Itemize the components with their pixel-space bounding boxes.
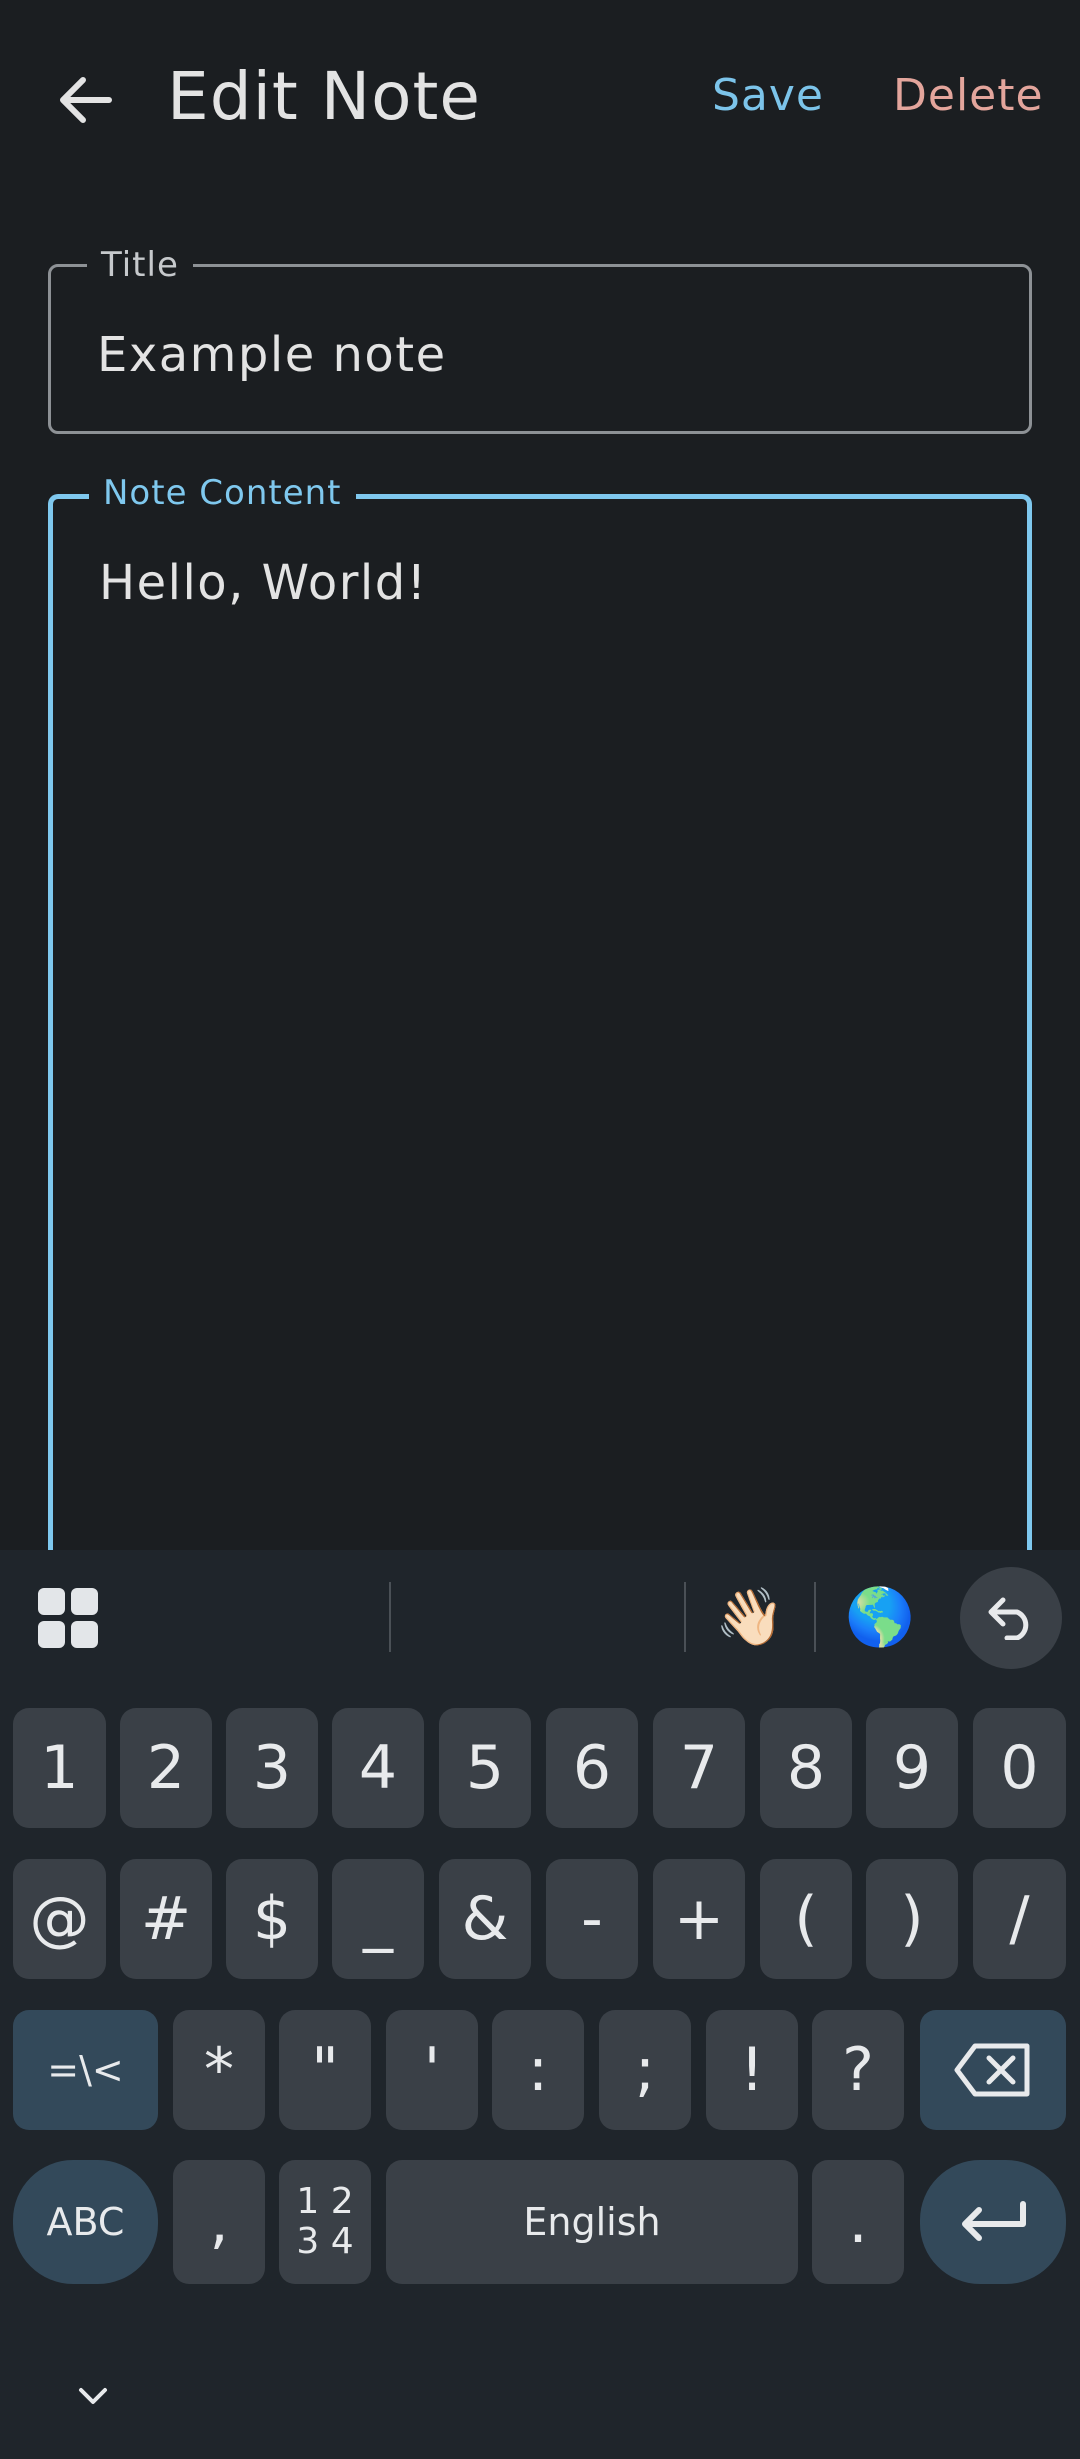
- key-4[interactable]: 4: [332, 1708, 424, 1828]
- key-8[interactable]: 8: [760, 1708, 852, 1828]
- key-hash[interactable]: #: [120, 1859, 212, 1979]
- key-6[interactable]: 6: [546, 1708, 638, 1828]
- key-at[interactable]: @: [13, 1859, 106, 1979]
- undo-icon: [988, 1597, 1029, 1640]
- title-field[interactable]: Title Example note: [48, 245, 1032, 434]
- toolbar-divider: [684, 1582, 686, 1652]
- note-content-label: Note Content: [89, 473, 356, 513]
- key-3[interactable]: 3: [226, 1708, 318, 1828]
- more-symbols-key[interactable]: =\<: [13, 2010, 158, 2130]
- key-plus[interactable]: +: [653, 1859, 745, 1979]
- page-title: Edit Note: [167, 58, 482, 135]
- key-7[interactable]: 7: [653, 1708, 745, 1828]
- globe-emoji-suggestion[interactable]: 🌎: [842, 1580, 918, 1656]
- backspace-key[interactable]: [920, 2010, 1066, 2130]
- key-1[interactable]: 1: [13, 1708, 106, 1828]
- undo-button[interactable]: [960, 1567, 1062, 1669]
- save-button[interactable]: Save: [712, 70, 824, 121]
- apps-grid-icon[interactable]: [38, 1588, 98, 1648]
- title-field-value: Example note: [97, 327, 447, 383]
- toolbar-divider: [814, 1582, 816, 1652]
- key-5[interactable]: 5: [439, 1708, 531, 1828]
- key-asterisk[interactable]: *: [173, 2010, 265, 2130]
- space-key[interactable]: English: [386, 2160, 798, 2284]
- key-2[interactable]: 2: [120, 1708, 212, 1828]
- enter-key[interactable]: [920, 2160, 1066, 2284]
- back-button[interactable]: [40, 55, 130, 145]
- backspace-icon: [954, 2043, 1030, 2097]
- key-minus[interactable]: -: [546, 1859, 638, 1979]
- arrow-left-icon: [60, 77, 112, 123]
- on-screen-keyboard: 👋🏻 🌎 1 2 3 4 5 6 7 8 9 0 @ # $ _ & - + (…: [0, 1550, 1080, 2459]
- key-single-quote[interactable]: ': [386, 2010, 478, 2130]
- key-dollar[interactable]: $: [226, 1859, 318, 1979]
- numpad-key[interactable]: 1 2 3 4: [279, 2160, 371, 2284]
- chevron-down-icon: [79, 2388, 107, 2404]
- key-slash[interactable]: /: [973, 1859, 1066, 1979]
- key-colon[interactable]: :: [492, 2010, 584, 2130]
- key-comma[interactable]: ,: [173, 2160, 265, 2284]
- key-semicolon[interactable]: ;: [599, 2010, 691, 2130]
- numpad-key-top-label: 1 2: [296, 2181, 354, 2222]
- abc-key[interactable]: ABC: [13, 2160, 158, 2284]
- key-open-paren[interactable]: (: [760, 1859, 852, 1979]
- key-close-paren[interactable]: ): [866, 1859, 958, 1979]
- key-9[interactable]: 9: [866, 1708, 958, 1828]
- top-app-bar: Edit Note Save Delete: [0, 0, 1080, 200]
- toolbar-divider: [389, 1582, 391, 1652]
- note-content-field[interactable]: Note Content Hello, World!: [48, 473, 1032, 1594]
- key-exclamation[interactable]: !: [706, 2010, 798, 2130]
- enter-icon: [962, 2201, 1026, 2241]
- key-0[interactable]: 0: [973, 1708, 1066, 1828]
- key-underscore[interactable]: _: [332, 1859, 424, 1979]
- key-double-quote[interactable]: ": [279, 2010, 371, 2130]
- collapse-keyboard-button[interactable]: [75, 2366, 111, 2426]
- title-field-label: Title: [87, 245, 193, 285]
- key-ampersand[interactable]: &: [439, 1859, 531, 1979]
- key-question[interactable]: ?: [812, 2010, 904, 2130]
- keyboard-toolbar: 👋🏻 🌎: [0, 1550, 1080, 1680]
- waving-hand-emoji-suggestion[interactable]: 👋🏻: [712, 1580, 788, 1656]
- key-period[interactable]: .: [812, 2160, 904, 2284]
- note-content-value: Hello, World!: [99, 555, 428, 611]
- delete-button[interactable]: Delete: [893, 70, 1044, 121]
- numpad-key-bottom-label: 3 4: [296, 2221, 354, 2262]
